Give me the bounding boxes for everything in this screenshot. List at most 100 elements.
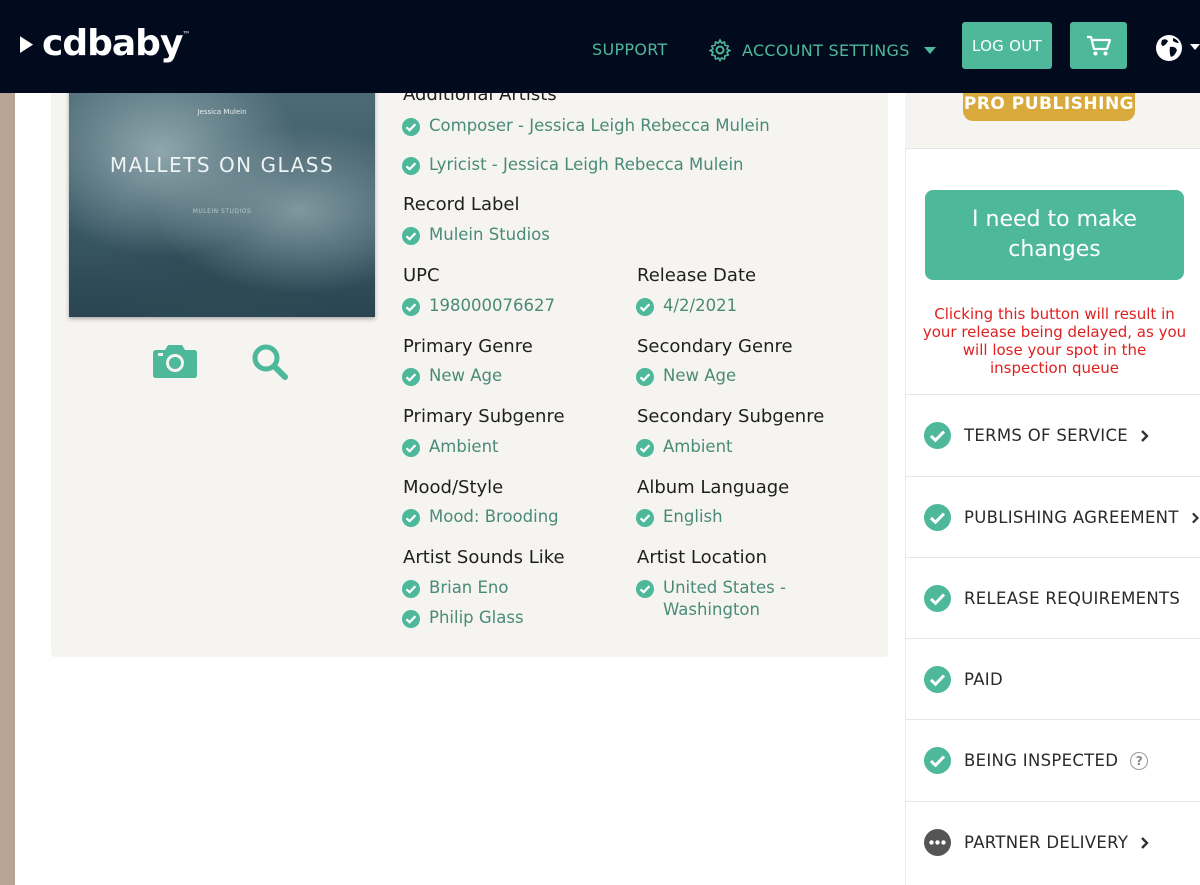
mood-style-text: Mood: Brooding [429,507,559,526]
cart-button[interactable] [1070,22,1127,69]
check-circle-icon [402,368,420,386]
globe-icon[interactable] [1154,33,1184,63]
zoom-search-icon[interactable] [251,343,289,381]
status-release-requirements: RELEASE REQUIREMENTS [905,557,1200,639]
pending-dots-icon [924,829,951,856]
status-paid: PAID [905,638,1200,720]
logout-button[interactable]: LOG OUT [962,22,1052,69]
album-language-text: English [663,507,723,526]
mood-style-heading: Mood/Style [403,477,504,498]
lyricist-value: Lyricist - Jessica Leigh Rebecca Mulein [402,155,743,176]
check-circle-icon [402,118,420,136]
chevron-right-icon [1141,836,1149,849]
check-circle-icon [924,504,951,531]
cover-artist-text: Jessica Mulein [197,108,247,116]
check-circle-icon [636,368,654,386]
composer-value: Composer - Jessica Leigh Rebecca Mulein [402,116,770,137]
support-link[interactable]: SUPPORT [592,40,668,59]
check-circle-icon [402,227,420,245]
primary-subgenre-text: Ambient [429,437,499,456]
status-terms-of-service[interactable]: TERMS OF SERVICE [905,394,1200,476]
album-cover-image: Jessica Mulein MALLETS ON GLASS MULEIN S… [69,80,375,317]
pro-publishing-badge[interactable]: PRO PUBLISHING [963,93,1135,121]
status-label: PAID [964,670,1003,689]
album-language-value: English [636,507,723,528]
check-circle-icon [402,509,420,527]
check-circle-icon [636,298,654,316]
sounds-like-value: Brian Eno [402,578,509,599]
account-settings-menu[interactable]: ACCOUNT SETTINGS [708,38,936,62]
upc-value: 198000076627 [402,296,555,317]
artist-location-line2: Washington [663,600,760,619]
make-changes-button[interactable]: I need to make changes [925,190,1184,280]
status-partner-delivery[interactable]: PARTNER DELIVERY [905,801,1200,883]
record-label-value: Mulein Studios [402,225,550,246]
release-date-value: 4/2/2021 [636,296,738,317]
secondary-subgenre-heading: Secondary Subgenre [637,406,825,427]
top-nav-bar: cdbaby ™ SUPPORT ACCOUNT SETTINGS LOG OU… [0,0,1200,93]
gear-icon [708,38,732,62]
primary-subgenre-value: Ambient [402,437,499,458]
check-circle-icon [924,747,951,774]
composer-text: Composer - Jessica Leigh Rebecca Mulein [429,116,770,135]
check-circle-icon [402,298,420,316]
status-label: BEING INSPECTED [964,751,1119,770]
check-circle-icon [402,580,420,598]
trademark: ™ [182,29,191,39]
check-circle-icon [636,509,654,527]
check-circle-icon [402,157,420,175]
cover-label-text: MULEIN STUDIOS [192,208,252,215]
status-publishing-agreement[interactable]: PUBLISHING AGREEMENT [905,476,1200,558]
chevron-down-icon [923,46,936,54]
upc-heading: UPC [403,265,440,286]
sounds-like-value: Philip Glass [402,608,524,629]
check-circle-icon [636,580,654,598]
check-circle-icon [402,439,420,457]
chevron-right-icon [1191,512,1199,523]
release-date-text: 4/2/2021 [663,296,738,315]
primary-subgenre-heading: Primary Subgenre [403,406,565,427]
status-label: PARTNER DELIVERY [964,833,1129,852]
secondary-subgenre-text: Ambient [663,437,733,456]
sounds-like-text: Brian Eno [429,578,509,597]
secondary-subgenre-value: Ambient [636,437,733,458]
status-label: PUBLISHING AGREEMENT [964,508,1179,527]
check-circle-icon [636,439,654,457]
status-label: RELEASE REQUIREMENTS [964,589,1181,608]
record-label-text: Mulein Studios [429,225,550,244]
upc-text: 198000076627 [429,296,555,315]
mood-style-value: Mood: Brooding [402,507,559,528]
record-label-heading: Record Label [403,194,520,215]
left-edge-strip [0,93,15,885]
pro-publishing-area: PRO PUBLISHING [905,93,1200,149]
secondary-genre-text: New Age [663,366,737,385]
status-label: TERMS OF SERVICE [964,426,1129,445]
check-circle-icon [402,610,420,628]
check-circle-icon [924,666,951,693]
cart-icon [1086,35,1111,55]
primary-genre-value: New Age [402,366,503,387]
primary-genre-heading: Primary Genre [403,336,533,357]
release-date-heading: Release Date [637,265,757,286]
secondary-genre-heading: Secondary Genre [637,336,793,357]
delay-warning-text: Clicking this button will result in your… [922,305,1187,377]
cdbaby-logo[interactable]: cdbaby ™ [18,20,190,68]
album-language-heading: Album Language [637,477,790,498]
artist-location-text: United States - Washington [663,577,786,621]
check-circle-icon [924,422,951,449]
play-logo-icon [19,34,35,53]
camera-icon[interactable] [152,343,198,379]
artist-location-line1: United States - [663,578,786,597]
sounds-like-text: Philip Glass [429,608,524,627]
help-question-icon[interactable]: ? [1130,751,1149,770]
check-circle-icon [924,585,951,612]
status-being-inspected: BEING INSPECTED ? [905,719,1200,801]
cover-title-text: MALLETS ON GLASS [109,153,335,177]
language-caret-icon[interactable] [1190,44,1200,50]
artist-location-value: United States - Washington [636,577,786,621]
account-settings-label: ACCOUNT SETTINGS [742,40,910,60]
chevron-right-icon [1141,429,1149,442]
artist-sounds-like-heading: Artist Sounds Like [403,547,565,568]
secondary-genre-value: New Age [636,366,737,387]
primary-genre-text: New Age [429,366,503,385]
